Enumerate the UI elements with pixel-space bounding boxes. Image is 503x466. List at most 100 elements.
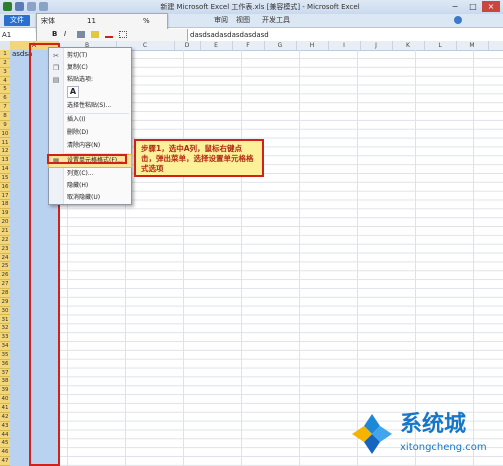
watermark-brand: 系统城 bbox=[400, 412, 467, 437]
column-header-m[interactable]: M bbox=[456, 41, 489, 50]
scissors-icon: ✂ bbox=[53, 52, 59, 60]
row-header[interactable]: 10 bbox=[0, 130, 10, 139]
row-header[interactable]: 29 bbox=[0, 298, 10, 307]
menu-item-column-width[interactable]: 列宽(C)... bbox=[49, 168, 131, 180]
column-header-d[interactable]: D bbox=[174, 41, 201, 50]
column-header-l[interactable]: L bbox=[424, 41, 457, 50]
row-header[interactable]: 5 bbox=[0, 85, 10, 95]
row-header[interactable]: 15 bbox=[0, 174, 10, 183]
column-header-j[interactable]: J bbox=[360, 41, 393, 50]
row-header[interactable]: 39 bbox=[0, 386, 10, 396]
tab-developer[interactable]: 开发工具 bbox=[262, 15, 290, 26]
menu-item-cut[interactable]: ✂ 剪切(T) bbox=[49, 50, 131, 62]
row-header[interactable]: 36 bbox=[0, 360, 10, 369]
row-header[interactable]: 32 bbox=[0, 324, 10, 334]
menu-item-hide[interactable]: 隐藏(H) bbox=[49, 180, 131, 192]
watermark-url: xitongcheng.com bbox=[400, 442, 487, 453]
column-header-e[interactable]: E bbox=[200, 41, 233, 50]
bold-button[interactable]: B bbox=[52, 29, 57, 40]
select-all-corner[interactable] bbox=[0, 41, 10, 50]
menu-item-paste-options: ▤ 粘贴选项: bbox=[52, 76, 94, 84]
undo-icon[interactable] bbox=[27, 2, 36, 11]
row-header[interactable]: 19 bbox=[0, 209, 10, 219]
column-header-k[interactable]: K bbox=[392, 41, 425, 50]
row-header[interactable]: 28 bbox=[0, 289, 10, 298]
font-name-select[interactable]: 宋体 bbox=[41, 16, 55, 27]
row-header[interactable]: 34 bbox=[0, 342, 10, 351]
row-header[interactable]: 45 bbox=[0, 439, 10, 449]
maximize-button[interactable]: □ bbox=[464, 1, 482, 12]
row-header[interactable]: 11 bbox=[0, 139, 10, 148]
row-header[interactable]: 2 bbox=[0, 59, 10, 68]
row-header[interactable]: 14 bbox=[0, 165, 10, 174]
tab-review[interactable]: 审阅 bbox=[214, 15, 228, 26]
row-header[interactable]: 6 bbox=[0, 94, 10, 104]
paste-icon: ▤ bbox=[52, 76, 60, 84]
row-header[interactable]: 12 bbox=[0, 147, 10, 157]
formula-input[interactable]: dasdsadasdasdasdasd bbox=[190, 30, 269, 40]
row-header[interactable]: 46 bbox=[0, 448, 10, 458]
font-size-select[interactable]: 11 bbox=[87, 16, 96, 27]
menu-item-paste-special[interactable]: 选择性粘贴(S)... bbox=[49, 100, 131, 112]
row-header[interactable]: 8 bbox=[0, 112, 10, 121]
menu-item-copy[interactable]: ❐ 复制(C) bbox=[49, 62, 131, 74]
help-icon[interactable] bbox=[454, 16, 462, 24]
minimize-button[interactable]: − bbox=[446, 1, 464, 12]
menu-item-clear-contents[interactable]: 清除内容(N) bbox=[49, 140, 131, 152]
xitongcheng-logo-icon bbox=[352, 414, 392, 454]
align-icon[interactable] bbox=[77, 31, 85, 38]
row-header[interactable]: 31 bbox=[0, 316, 10, 325]
percent-button[interactable]: % bbox=[143, 16, 150, 27]
row-header[interactable]: 44 bbox=[0, 431, 10, 440]
row-header[interactable]: 30 bbox=[0, 307, 10, 316]
annotation-menu-highlight bbox=[47, 154, 127, 164]
row-header[interactable]: 16 bbox=[0, 183, 10, 192]
row-header[interactable]: 25 bbox=[0, 262, 10, 272]
row-header[interactable]: 24 bbox=[0, 254, 10, 263]
row-header[interactable]: 21 bbox=[0, 227, 10, 236]
row-header[interactable]: 13 bbox=[0, 156, 10, 166]
row-header[interactable]: 38 bbox=[0, 377, 10, 387]
copy-icon: ❐ bbox=[52, 64, 60, 72]
italic-button[interactable]: I bbox=[64, 29, 66, 40]
column-header-g[interactable]: G bbox=[264, 41, 297, 50]
font-color-icon[interactable] bbox=[105, 31, 113, 38]
row-headers: 1 2 3 4 5 6 7 8 9 10 11 12 13 14 15 16 1… bbox=[0, 50, 10, 466]
row-header[interactable]: 35 bbox=[0, 351, 10, 360]
row-header[interactable]: 26 bbox=[0, 271, 10, 281]
column-header-f[interactable]: F bbox=[232, 41, 265, 50]
row-header[interactable]: 47 bbox=[0, 457, 10, 466]
column-header-i[interactable]: I bbox=[328, 41, 361, 50]
menu-item-unhide[interactable]: 取消隐藏(U) bbox=[49, 192, 131, 204]
border-icon[interactable] bbox=[119, 31, 127, 38]
row-header[interactable]: 1 bbox=[0, 50, 10, 59]
save-icon[interactable] bbox=[15, 2, 24, 11]
menu-item-insert[interactable]: 插入(I) bbox=[49, 114, 131, 126]
tab-view[interactable]: 视图 bbox=[236, 15, 250, 26]
row-header[interactable]: 3 bbox=[0, 68, 10, 77]
row-header[interactable]: 9 bbox=[0, 121, 10, 130]
row-header[interactable]: 33 bbox=[0, 333, 10, 343]
row-header[interactable]: 20 bbox=[0, 218, 10, 227]
row-header[interactable]: 22 bbox=[0, 236, 10, 245]
paste-option-button[interactable]: A bbox=[67, 86, 79, 98]
menu-item-delete[interactable]: 删除(D) bbox=[49, 127, 131, 139]
row-header[interactable]: 41 bbox=[0, 404, 10, 413]
fill-color-icon[interactable] bbox=[91, 31, 99, 38]
row-header[interactable]: 27 bbox=[0, 280, 10, 289]
close-button[interactable]: × bbox=[482, 1, 500, 12]
row-header[interactable]: 4 bbox=[0, 77, 10, 86]
column-header-h[interactable]: H bbox=[296, 41, 329, 50]
row-header[interactable]: 18 bbox=[0, 200, 10, 210]
row-header[interactable]: 37 bbox=[0, 369, 10, 378]
row-header[interactable]: 40 bbox=[0, 395, 10, 404]
row-header[interactable]: 23 bbox=[0, 245, 10, 254]
redo-icon[interactable] bbox=[39, 2, 48, 11]
row-header[interactable]: 43 bbox=[0, 422, 10, 431]
row-header[interactable]: 17 bbox=[0, 192, 10, 201]
row-header[interactable]: 7 bbox=[0, 103, 10, 112]
window-title: 新建 Microsoft Excel 工作表.xls [兼容模式] - Micr… bbox=[160, 3, 360, 11]
name-box[interactable]: A1 bbox=[2, 30, 32, 40]
row-header[interactable]: 42 bbox=[0, 413, 10, 422]
tab-file[interactable]: 文件 bbox=[4, 15, 30, 26]
